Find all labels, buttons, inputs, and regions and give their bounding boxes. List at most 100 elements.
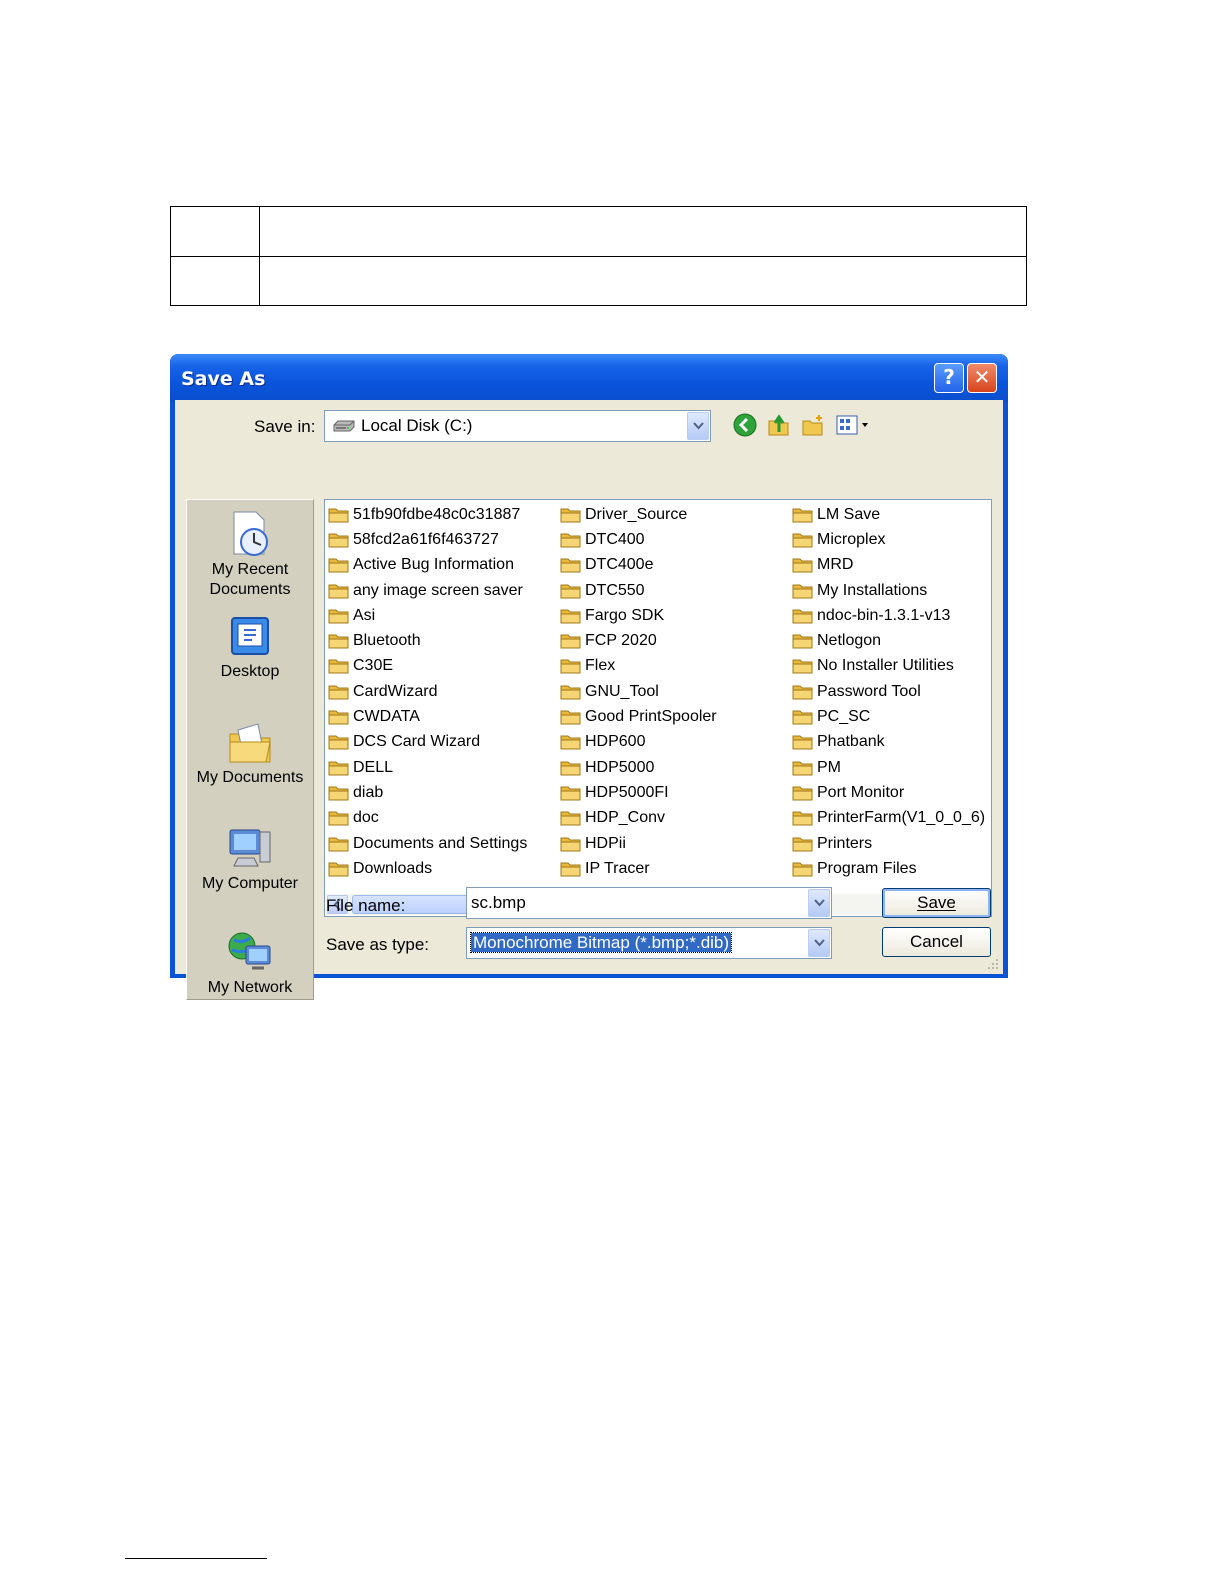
cancel-button-label: Cancel: [910, 932, 963, 951]
file-list-item[interactable]: ndoc-bin-1.3.1-v13: [792, 603, 985, 628]
file-list[interactable]: 51fb90fdbe48c0c31887 58fcd2a61f6f463727 Ac…: [324, 499, 992, 917]
file-list-item[interactable]: Documents and Settings: [328, 831, 527, 856]
save-as-type-label: Save as type:: [326, 935, 430, 954]
file-list-item[interactable]: Printers: [792, 831, 985, 856]
folder-icon: [328, 508, 349, 523]
folder-icon: [560, 609, 581, 624]
new-folder-icon[interactable]: [800, 412, 826, 438]
file-list-item[interactable]: Netlogon: [792, 628, 985, 653]
file-list-item[interactable]: PM: [792, 755, 985, 780]
save-in-label: Save in:: [254, 417, 316, 436]
place-my-documents[interactable]: My Documents: [187, 718, 313, 788]
folder-icon: [560, 710, 581, 725]
file-list-item[interactable]: GNU_Tool: [560, 679, 717, 704]
save-in-dropdown[interactable]: Local Disk (C:): [324, 410, 711, 442]
place-my-computer[interactable]: My Computer: [187, 824, 313, 894]
file-list-item[interactable]: Flex: [560, 654, 717, 679]
file-list-item[interactable]: Port Monitor: [792, 780, 985, 805]
file-column: Driver_Source DTC400 DTC400e DTC550 Fargo SD…: [560, 502, 717, 881]
folder-name: C30E: [353, 657, 394, 675]
file-list-item[interactable]: HDP_Conv: [560, 806, 717, 831]
file-list-item[interactable]: doc: [328, 806, 527, 831]
file-list-item[interactable]: Bluetooth: [328, 628, 527, 653]
title-bar[interactable]: Save As ? ✕: [170, 354, 1008, 402]
file-list-item[interactable]: IP Tracer: [560, 856, 717, 881]
file-name-value[interactable]: sc.bmp: [471, 893, 526, 913]
file-list-item[interactable]: Active Bug Information: [328, 553, 527, 578]
file-list-item[interactable]: FCP 2020: [560, 628, 717, 653]
folder-name: DTC550: [585, 581, 645, 599]
file-list-item[interactable]: 58fcd2a61f6f463727: [328, 527, 527, 552]
folder-name: Driver_Source: [585, 505, 688, 523]
place-label: Desktop: [220, 663, 280, 680]
file-list-item[interactable]: Phatbank: [792, 730, 985, 755]
file-list-item[interactable]: No Installer Utilities: [792, 654, 985, 679]
file-list-item[interactable]: Password Tool: [792, 679, 985, 704]
folder-name: Asi: [353, 606, 376, 624]
save-in-dropdown-button[interactable]: [687, 412, 709, 440]
file-list-item[interactable]: Asi: [328, 603, 527, 628]
file-list-item[interactable]: HDP600: [560, 730, 717, 755]
folder-name: Netlogon: [817, 632, 882, 650]
file-list-item[interactable]: DTC550: [560, 578, 717, 603]
save-in-value: Local Disk (C:): [361, 416, 473, 435]
file-list-item[interactable]: DTC400: [560, 527, 717, 552]
file-list-item[interactable]: any image screen saver: [328, 578, 527, 603]
folder-icon: [560, 837, 581, 851]
folder-name: Program Files: [817, 859, 917, 877]
place-my-recent-documents[interactable]: My Recent Documents: [187, 508, 313, 600]
file-list-item[interactable]: Microplex: [792, 527, 985, 552]
up-folder-icon[interactable]: [766, 412, 792, 438]
file-list-item[interactable]: PrinterFarm(V1_0_0_6): [792, 806, 985, 831]
file-list-item[interactable]: DELL: [328, 755, 527, 780]
file-list-item[interactable]: CWDATA: [328, 704, 527, 729]
folder-name: DCS Card Wizard: [353, 733, 481, 751]
cancel-button[interactable]: Cancel: [882, 927, 991, 957]
file-list-item[interactable]: DTC400e: [560, 553, 717, 578]
folder-name: DTC400e: [585, 556, 654, 574]
file-list-item[interactable]: 51fb90fdbe48c0c31887: [328, 502, 527, 527]
folder-icon: [328, 659, 349, 674]
folder-icon: [792, 609, 813, 624]
file-list-item[interactable]: PC_SC: [792, 704, 985, 729]
save-button[interactable]: Save: [882, 888, 991, 918]
place-my-network[interactable]: My Network: [187, 928, 313, 998]
folder-icon: [328, 761, 349, 776]
back-icon[interactable]: [732, 412, 758, 438]
folder-icon: [560, 685, 581, 700]
folder-icon: [328, 786, 349, 801]
resize-grip-icon[interactable]: [986, 957, 1000, 971]
folder-name: Bluetooth: [353, 632, 421, 650]
dialog-body: Save in: Local Disk (C:) My Recent Docum…: [175, 400, 1003, 1000]
folder-icon: [792, 735, 813, 750]
file-list-item[interactable]: DCS Card Wizard: [328, 730, 527, 755]
save-as-type-dropdown[interactable]: Monochrome Bitmap (*.bmp;*.dib): [466, 927, 832, 959]
file-list-item[interactable]: MRD: [792, 553, 985, 578]
file-list-item[interactable]: HDP5000: [560, 755, 717, 780]
file-column: LM Save Microplex MRD My Installations ndoc-…: [792, 502, 985, 881]
place-label: My Recent: [211, 561, 289, 578]
folder-icon: [560, 634, 581, 649]
file-list-item[interactable]: C30E: [328, 654, 527, 679]
file-list-item[interactable]: Program Files: [792, 856, 985, 881]
file-list-item[interactable]: Driver_Source: [560, 502, 717, 527]
file-list-item[interactable]: Downloads: [328, 856, 527, 881]
file-list-item[interactable]: CardWizard: [328, 679, 527, 704]
file-name-input[interactable]: sc.bmp: [466, 887, 832, 919]
file-list-item[interactable]: diab: [328, 780, 527, 805]
file-list-item[interactable]: HDPii: [560, 831, 717, 856]
save-as-type-dropdown-button[interactable]: [808, 929, 830, 957]
save-button-label: Save: [917, 893, 956, 912]
file-list-item[interactable]: Fargo SDK: [560, 603, 717, 628]
place-desktop[interactable]: Desktop: [187, 614, 313, 682]
file-name-dropdown-button[interactable]: [808, 889, 830, 917]
file-list-item[interactable]: Good PrintSpooler: [560, 704, 717, 729]
views-menu-icon[interactable]: [835, 412, 873, 438]
help-button[interactable]: ?: [934, 363, 964, 393]
table-cell: [259, 206, 1027, 257]
file-list-item[interactable]: HDP5000FI: [560, 780, 717, 805]
file-list-item[interactable]: My Installations: [792, 578, 985, 603]
folder-icon: [328, 634, 349, 649]
close-button[interactable]: ✕: [967, 363, 997, 393]
file-list-item[interactable]: LM Save: [792, 502, 985, 527]
